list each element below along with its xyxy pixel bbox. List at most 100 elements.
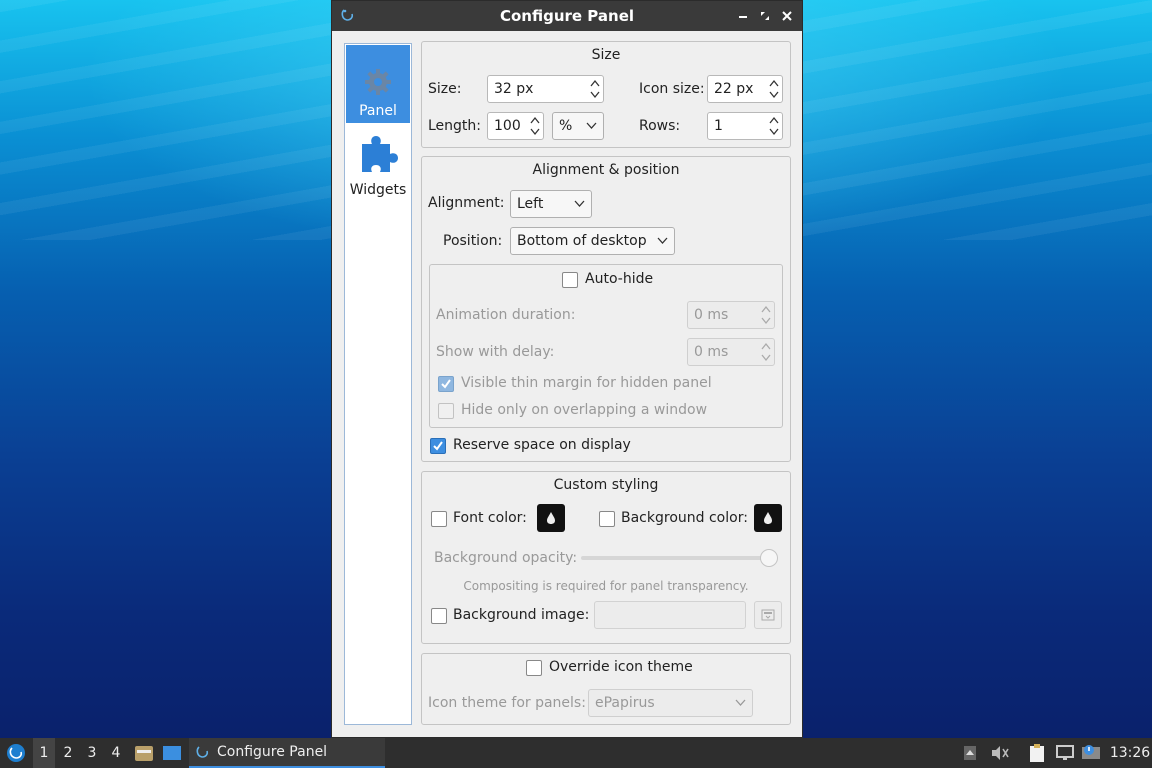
checkmark-icon xyxy=(433,441,443,451)
size-label: Size: xyxy=(428,81,462,97)
desktop-icon xyxy=(163,746,181,760)
reserve-space-checkbox[interactable] xyxy=(430,438,446,454)
overlap-checkbox[interactable] xyxy=(438,403,454,419)
alignment-value: Left xyxy=(517,196,544,212)
background-image-checkbox[interactable] xyxy=(431,608,447,624)
show-desktop-launcher[interactable] xyxy=(162,738,184,768)
autohide-subgroup: Auto-hide Animation duration: 0 ms Show … xyxy=(429,264,783,428)
font-color-button[interactable] xyxy=(537,504,565,532)
background-color-label: Background color: xyxy=(621,510,748,526)
spin-arrows-icon[interactable] xyxy=(530,115,540,137)
workspace-label: 4 xyxy=(111,745,121,761)
minimize-icon[interactable] xyxy=(734,7,752,25)
rows-value: 1 xyxy=(714,118,723,134)
show-delay-label: Show with delay: xyxy=(436,344,555,360)
show-delay-spinbox[interactable]: 0 ms xyxy=(687,338,775,366)
override-icon-theme-checkbox[interactable] xyxy=(526,660,542,676)
sidebar-item-panel[interactable]: Panel xyxy=(346,45,410,123)
file-manager-icon xyxy=(135,746,153,761)
icon-size-spinbox[interactable]: 22 px xyxy=(707,75,783,103)
spin-arrows-icon[interactable] xyxy=(769,78,779,100)
close-icon[interactable] xyxy=(778,7,796,25)
font-color-checkbox[interactable] xyxy=(431,511,447,527)
image-browse-icon xyxy=(761,609,775,621)
length-label: Length: xyxy=(428,118,482,134)
tray-expand-icon[interactable] xyxy=(963,738,981,768)
length-value: 100 xyxy=(494,118,521,134)
alignment-select[interactable]: Left xyxy=(510,190,592,218)
checkmark-icon xyxy=(441,379,451,389)
color-drop-icon xyxy=(764,512,772,524)
background-color-button[interactable] xyxy=(754,504,782,532)
workspace-label: 1 xyxy=(39,745,49,761)
spin-arrows-icon[interactable] xyxy=(761,304,771,326)
clipboard-icon[interactable] xyxy=(1028,738,1050,768)
icon-theme-select[interactable]: ePapirus xyxy=(588,689,753,717)
spin-arrows-icon[interactable] xyxy=(590,78,600,100)
length-spinbox[interactable]: 100 xyxy=(487,112,544,140)
spin-arrows-icon[interactable] xyxy=(761,341,771,363)
volume-muted-icon[interactable] xyxy=(990,738,1012,768)
puzzle-icon xyxy=(362,136,398,172)
spin-arrows-icon[interactable] xyxy=(769,115,779,137)
animation-duration-label: Animation duration: xyxy=(436,307,576,323)
maximize-icon[interactable] xyxy=(756,7,774,25)
sidebar-item-widgets[interactable]: Widgets xyxy=(346,124,410,202)
chevron-down-icon xyxy=(574,200,585,207)
file-manager-launcher[interactable] xyxy=(134,738,154,768)
opacity-slider-handle[interactable] xyxy=(760,549,778,567)
thin-margin-label: Visible thin margin for hidden panel xyxy=(461,375,712,391)
workspace-4[interactable]: 4 xyxy=(105,738,127,768)
opacity-slider-track[interactable] xyxy=(581,556,771,560)
workspace-label: 2 xyxy=(63,745,73,761)
background-image-field[interactable] xyxy=(594,601,746,629)
rows-label: Rows: xyxy=(639,118,681,134)
autohide-checkbox[interactable] xyxy=(562,272,578,288)
sidebar-item-label: Widgets xyxy=(349,182,407,198)
lxqt-logo-icon xyxy=(7,744,25,762)
compositing-note: Compositing is required for panel transp… xyxy=(463,579,749,593)
animation-duration-value: 0 ms xyxy=(694,307,729,323)
clock[interactable]: 13:26 xyxy=(1110,738,1150,768)
taskbar-task-configure-panel[interactable]: Configure Panel xyxy=(189,738,385,768)
settings-sidebar: Panel Widgets xyxy=(344,43,412,725)
animation-duration-spinbox[interactable]: 0 ms xyxy=(687,301,775,329)
task-label: Configure Panel xyxy=(217,744,328,760)
workspace-2[interactable]: 2 xyxy=(57,738,79,768)
chevron-down-icon xyxy=(657,237,668,244)
position-value: Bottom of desktop xyxy=(517,233,647,249)
lxqt-logo-icon xyxy=(341,9,354,21)
window-title: Configure Panel xyxy=(499,7,635,25)
group-title: Alignment & position xyxy=(532,162,680,178)
length-unit-value: % xyxy=(559,118,573,134)
size-spinbox[interactable]: 32 px xyxy=(487,75,604,103)
thin-margin-checkbox[interactable] xyxy=(438,376,454,392)
rows-spinbox[interactable]: 1 xyxy=(707,112,783,140)
background-color-checkbox[interactable] xyxy=(599,511,615,527)
alignment-position-group: Alignment & position Alignment: Left Pos… xyxy=(421,156,791,462)
background-image-label: Background image: xyxy=(453,607,590,623)
start-menu-button[interactable] xyxy=(4,738,28,768)
font-color-label: Font color: xyxy=(453,510,527,526)
background-opacity-label: Background opacity: xyxy=(434,550,578,566)
override-icon-theme-label: Override icon theme xyxy=(549,659,693,675)
reserve-space-label: Reserve space on display xyxy=(453,437,631,453)
taskbar: 1 2 3 4 Configure Panel 13:26 xyxy=(0,738,1152,768)
alignment-label: Alignment: xyxy=(428,195,505,211)
position-label: Position: xyxy=(443,233,503,249)
workspace-3[interactable]: 3 xyxy=(81,738,103,768)
network-icon[interactable] xyxy=(1055,738,1077,768)
icon-size-value: 22 px xyxy=(714,81,754,97)
length-unit-select[interactable]: % xyxy=(552,112,604,140)
titlebar[interactable]: Configure Panel xyxy=(332,1,802,31)
position-select[interactable]: Bottom of desktop xyxy=(510,227,675,255)
group-title: Custom styling xyxy=(553,477,659,493)
notification-icon[interactable] xyxy=(1081,738,1103,768)
clock-text: 13:26 xyxy=(1109,745,1151,761)
show-delay-value: 0 ms xyxy=(694,344,729,360)
icon-theme-value: ePapirus xyxy=(595,695,655,711)
chevron-down-icon xyxy=(586,122,597,129)
workspace-1[interactable]: 1 xyxy=(33,738,55,768)
browse-image-button[interactable] xyxy=(754,601,782,629)
size-group: Size Size: 32 px Icon size: 22 px Length… xyxy=(421,41,791,148)
